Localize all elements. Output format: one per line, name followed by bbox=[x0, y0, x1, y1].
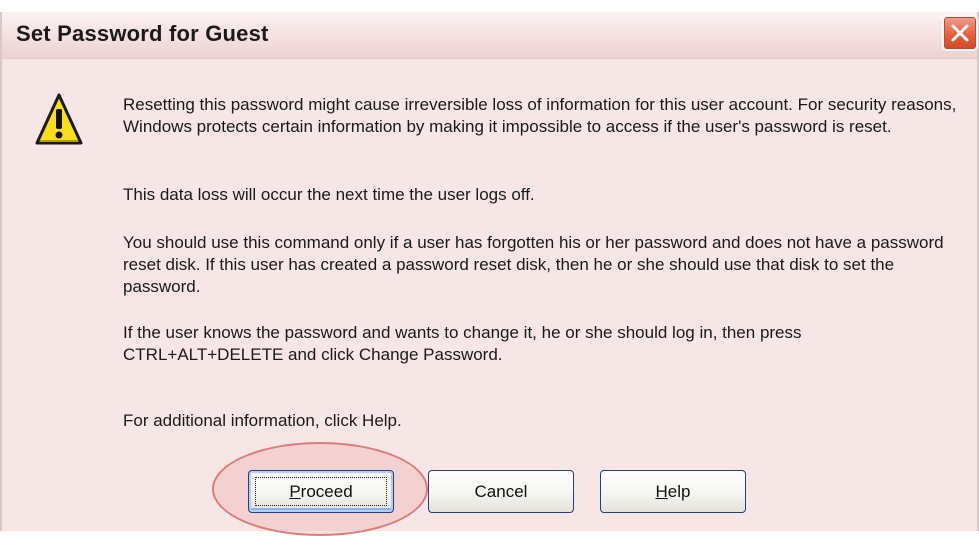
close-icon bbox=[951, 24, 969, 42]
message-paragraph: This data loss will occur the next time … bbox=[123, 185, 535, 204]
help-button-label: Help bbox=[655, 482, 691, 501]
cancel-button[interactable]: Cancel bbox=[428, 470, 574, 513]
message-paragraph: If the user knows the password and wants… bbox=[123, 323, 802, 364]
message-paragraph: You should use this command only if a us… bbox=[123, 233, 944, 296]
dialog-window: Set Password for Guest Resetting this pa… bbox=[0, 12, 979, 536]
message-paragraph: Resetting this password might cause irre… bbox=[123, 95, 957, 136]
cancel-button-label: Cancel bbox=[474, 482, 528, 501]
proceed-button-label: Proceed bbox=[289, 482, 353, 501]
warning-icon bbox=[35, 93, 83, 145]
close-button[interactable] bbox=[942, 15, 978, 51]
message-paragraph: For additional information, click Help. bbox=[123, 411, 402, 430]
title-bar[interactable]: Set Password for Guest bbox=[2, 12, 978, 59]
help-button[interactable]: Help bbox=[600, 470, 746, 513]
proceed-button[interactable]: Proceed bbox=[248, 470, 394, 513]
window-title: Set Password for Guest bbox=[16, 21, 269, 46]
